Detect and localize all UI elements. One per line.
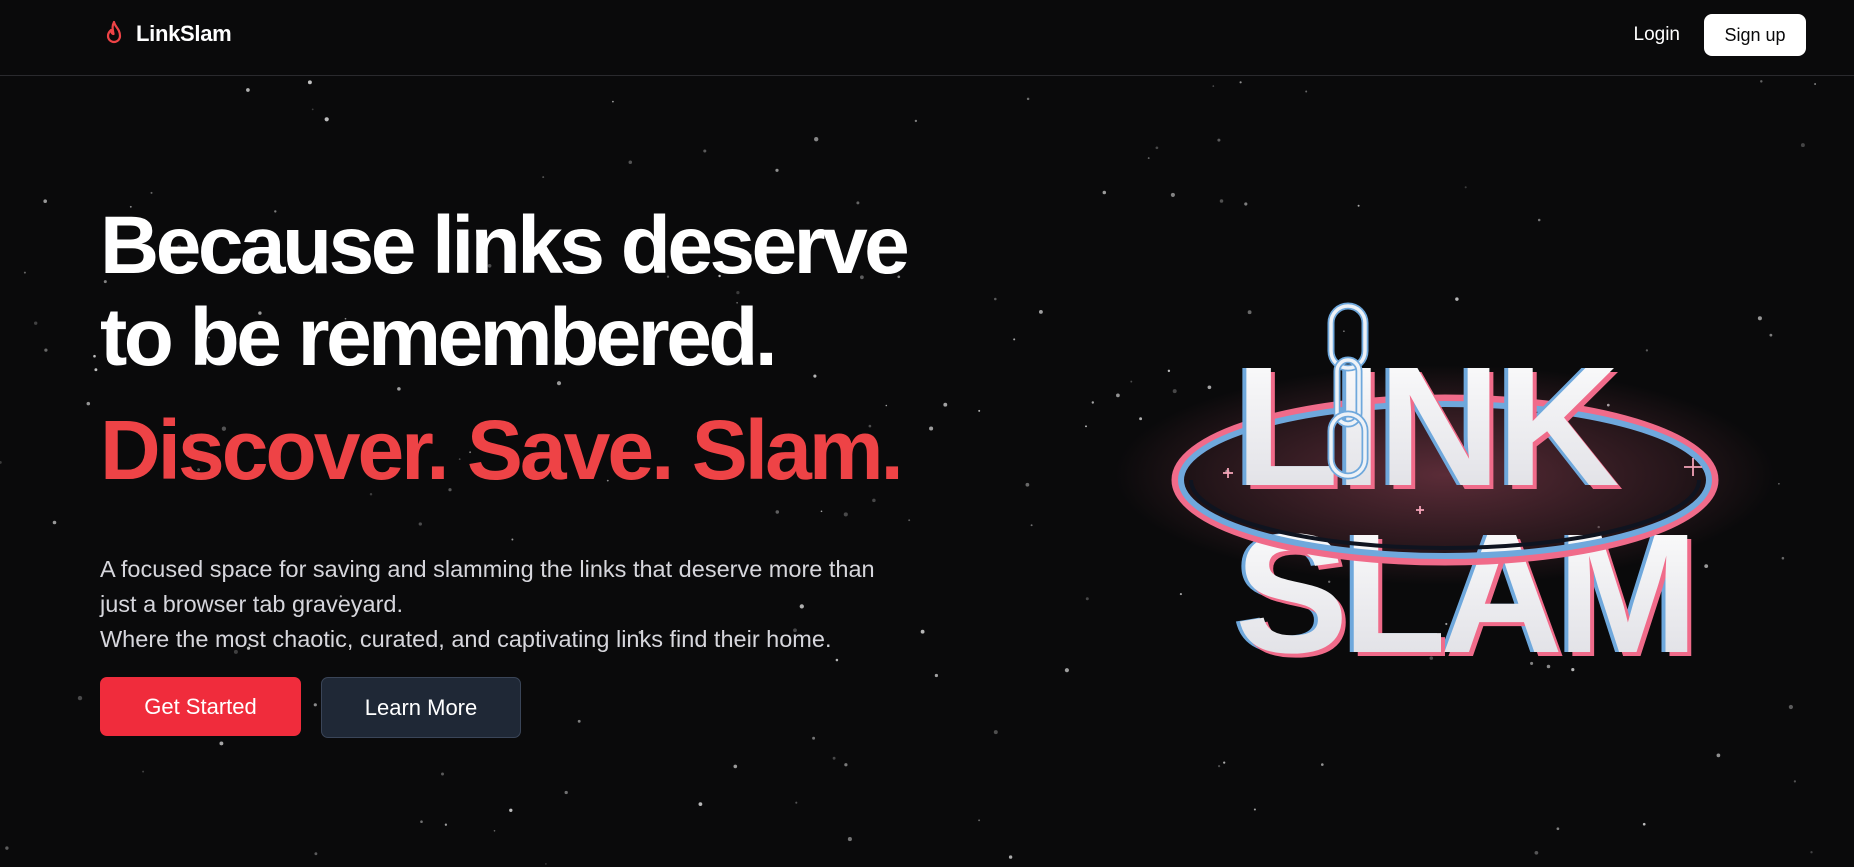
star-dot xyxy=(246,88,250,92)
hero-headline: Because links deserve to be remembered. xyxy=(100,200,1060,384)
star-dot xyxy=(219,741,224,746)
star-dot xyxy=(545,863,547,865)
login-link[interactable]: Login xyxy=(1634,24,1681,46)
star-dot xyxy=(978,819,981,822)
star-dot xyxy=(775,168,779,172)
star-dot xyxy=(314,852,318,856)
star-dot xyxy=(1788,704,1793,710)
star-dot xyxy=(1642,822,1646,826)
star-dot xyxy=(1008,855,1013,859)
star-dot xyxy=(1212,85,1215,87)
star-dot xyxy=(628,160,633,164)
brand-name: LinkSlam xyxy=(136,21,232,46)
star-dot xyxy=(1219,199,1224,203)
star-dot xyxy=(77,695,83,701)
linkslam-logo-art: LINK LINK LINK SLAM SLAM SLAM xyxy=(1115,302,1775,680)
star-dot xyxy=(150,191,153,194)
logo-word-slam-face: SLAM xyxy=(1235,499,1693,680)
flame-icon xyxy=(106,20,122,44)
star-dot xyxy=(43,199,47,203)
logo-word-link: LINK LINK LINK xyxy=(1231,332,1627,526)
star-dot xyxy=(914,119,918,123)
star-dot xyxy=(441,772,444,776)
hero-headline-line-2: to be remembered. xyxy=(100,292,778,383)
star-dot xyxy=(1064,668,1069,673)
brand-logo[interactable]: LinkSlam xyxy=(102,20,232,48)
star-dot xyxy=(0,460,2,464)
star-dot xyxy=(44,348,48,352)
star-dot xyxy=(5,846,9,850)
hero-section: Because links deserve to be remembered. … xyxy=(100,200,1060,738)
landing-page: LinkSlam Login Sign up Because links des… xyxy=(0,0,1854,867)
star-dot xyxy=(1147,157,1150,160)
nav-actions: Login Sign up xyxy=(1634,14,1806,56)
star-dot xyxy=(844,763,848,767)
star-dot xyxy=(1091,401,1095,404)
star-dot xyxy=(1534,850,1539,855)
hero-description-line-3: Where the most chaotic, curated, and cap… xyxy=(100,626,832,652)
star-dot xyxy=(832,756,836,760)
star-dot xyxy=(509,808,513,812)
learn-more-button[interactable]: Learn More xyxy=(321,677,521,738)
star-dot xyxy=(1244,202,1248,206)
star-dot xyxy=(1217,138,1221,142)
star-dot xyxy=(34,321,38,325)
star-dot xyxy=(795,801,798,804)
star-dot xyxy=(52,520,57,525)
star-dot xyxy=(1556,827,1560,831)
star-dot xyxy=(1218,765,1221,768)
star-dot xyxy=(444,823,448,826)
star-dot xyxy=(1537,218,1541,222)
star-dot xyxy=(847,837,852,842)
star-dot xyxy=(1810,851,1813,854)
star-dot xyxy=(307,80,312,85)
star-dot xyxy=(311,108,314,111)
star-dot xyxy=(1170,192,1175,197)
star-dot xyxy=(703,149,707,153)
star-dot xyxy=(420,820,423,823)
star-dot xyxy=(1253,808,1256,811)
star-dot xyxy=(1793,780,1797,783)
hero-description: A focused space for saving and slamming … xyxy=(100,552,1000,657)
cta-buttons: Get Started Learn More xyxy=(100,677,1060,738)
hero-tagline: Discover. Save. Slam. xyxy=(100,403,904,497)
star-dot xyxy=(1464,186,1467,189)
star-dot xyxy=(733,764,738,769)
star-dot xyxy=(612,100,614,103)
hero-description-line-2: just a browser tab graveyard. xyxy=(100,591,404,617)
hero-description-line-1: A focused space for saving and slamming … xyxy=(100,556,875,582)
star-dot xyxy=(1321,763,1324,766)
get-started-button[interactable]: Get Started xyxy=(100,677,301,736)
star-dot xyxy=(1026,97,1030,101)
star-dot xyxy=(564,790,568,795)
star-dot xyxy=(1814,83,1817,85)
star-dot xyxy=(1760,80,1763,83)
star-dot xyxy=(542,176,545,179)
star-dot xyxy=(86,401,91,406)
star-dot xyxy=(1223,761,1226,764)
star-dot xyxy=(493,829,496,832)
logo-word-link-face: LINK xyxy=(1235,332,1619,522)
star-dot xyxy=(814,137,819,142)
star-dot xyxy=(93,354,96,358)
star-dot xyxy=(23,271,26,274)
star-dot xyxy=(1102,190,1107,195)
star-dot xyxy=(142,770,145,773)
star-dot xyxy=(1085,597,1089,601)
star-dot xyxy=(94,368,98,372)
star-dot xyxy=(1085,425,1087,428)
signup-button[interactable]: Sign up xyxy=(1704,14,1806,56)
star-dot xyxy=(1800,143,1805,148)
star-dot xyxy=(324,117,329,122)
star-dot xyxy=(1155,146,1159,150)
star-dot xyxy=(1357,204,1360,207)
star-dot xyxy=(1716,753,1721,758)
top-navbar: LinkSlam Login Sign up xyxy=(0,0,1854,76)
star-dot xyxy=(1305,90,1308,93)
star-dot xyxy=(698,802,703,806)
hero-headline-line-1: Because links deserve xyxy=(100,200,910,291)
star-dot xyxy=(1239,81,1242,84)
